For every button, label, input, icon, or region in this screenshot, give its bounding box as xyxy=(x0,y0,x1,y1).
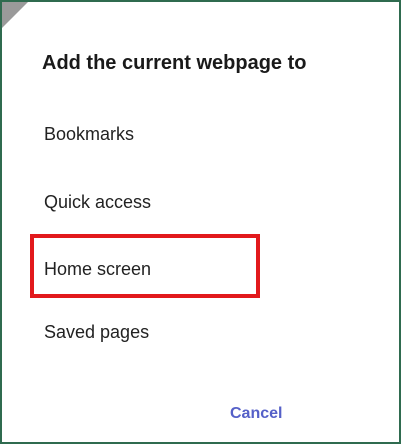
option-bookmarks[interactable]: Bookmarks xyxy=(44,124,134,145)
highlight-box xyxy=(30,234,260,298)
option-saved-pages[interactable]: Saved pages xyxy=(44,322,149,343)
option-quick-access[interactable]: Quick access xyxy=(44,192,151,213)
add-webpage-dialog: Add the current webpage to Bookmarks Qui… xyxy=(2,2,399,442)
cancel-button[interactable]: Cancel xyxy=(230,405,282,423)
screenshot-frame: Add the current webpage to Bookmarks Qui… xyxy=(0,0,401,444)
dialog-title: Add the current webpage to xyxy=(42,52,307,74)
